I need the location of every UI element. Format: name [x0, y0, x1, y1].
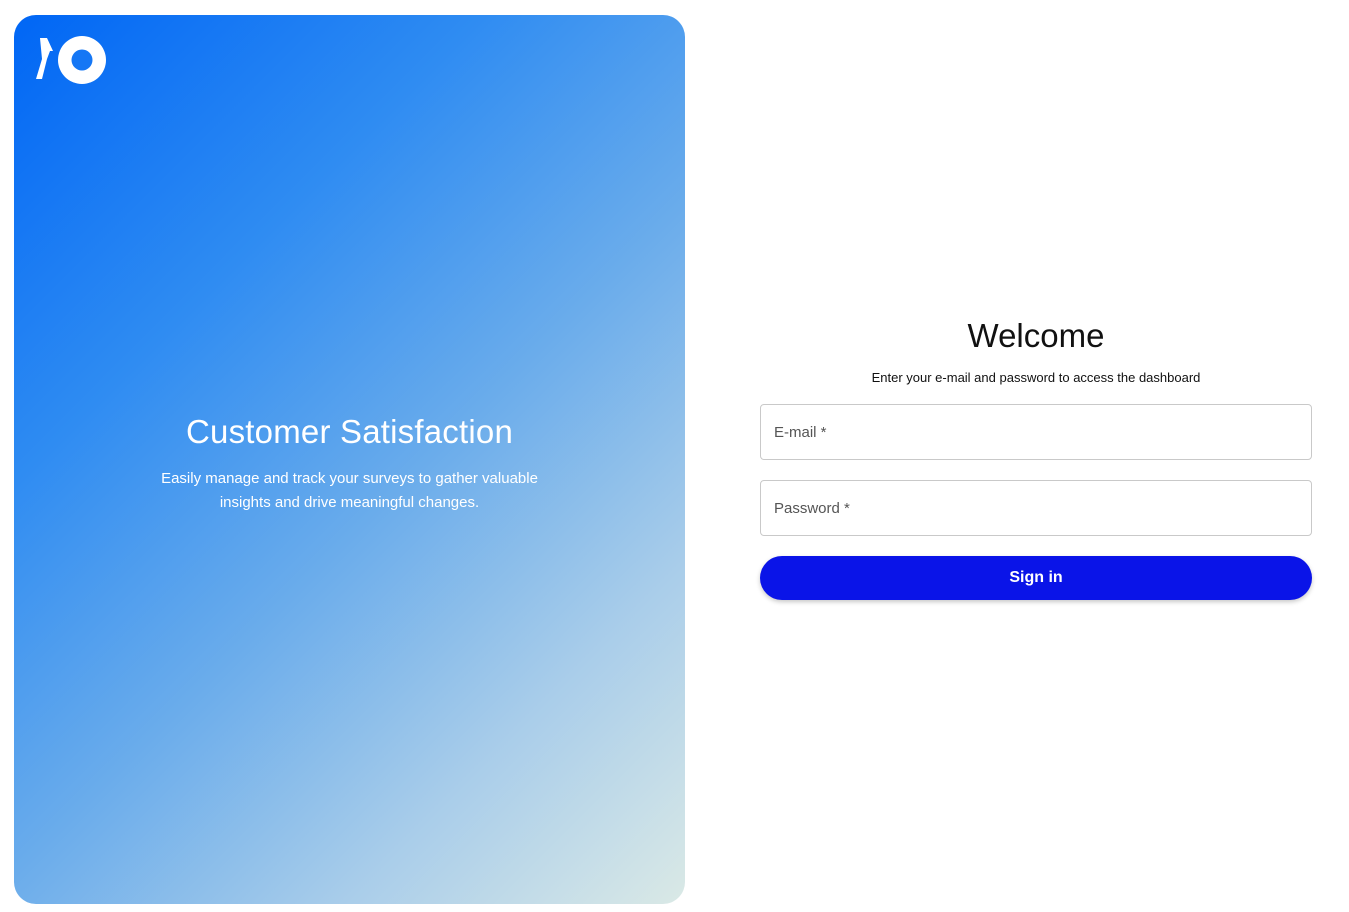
- login-page: Customer Satisfaction Easily manage and …: [0, 0, 1349, 912]
- sign-in-button[interactable]: Sign in: [760, 556, 1312, 600]
- hero-content: Customer Satisfaction Easily manage and …: [14, 412, 685, 515]
- hero-title: Customer Satisfaction: [186, 413, 513, 450]
- email-input[interactable]: [761, 405, 1311, 459]
- hero-panel: Customer Satisfaction Easily manage and …: [14, 15, 685, 904]
- hero-subtitle: Easily manage and track your surveys to …: [161, 470, 538, 511]
- brand-logo-icon: [36, 36, 106, 84]
- welcome-title: Welcome: [967, 317, 1105, 354]
- password-input[interactable]: [761, 481, 1311, 535]
- password-field[interactable]: [760, 480, 1312, 536]
- login-form-panel: Welcome Enter your e-mail and password t…: [760, 315, 1312, 600]
- login-subtitle: Enter your e-mail and password to access…: [871, 370, 1201, 385]
- email-field[interactable]: [760, 404, 1312, 460]
